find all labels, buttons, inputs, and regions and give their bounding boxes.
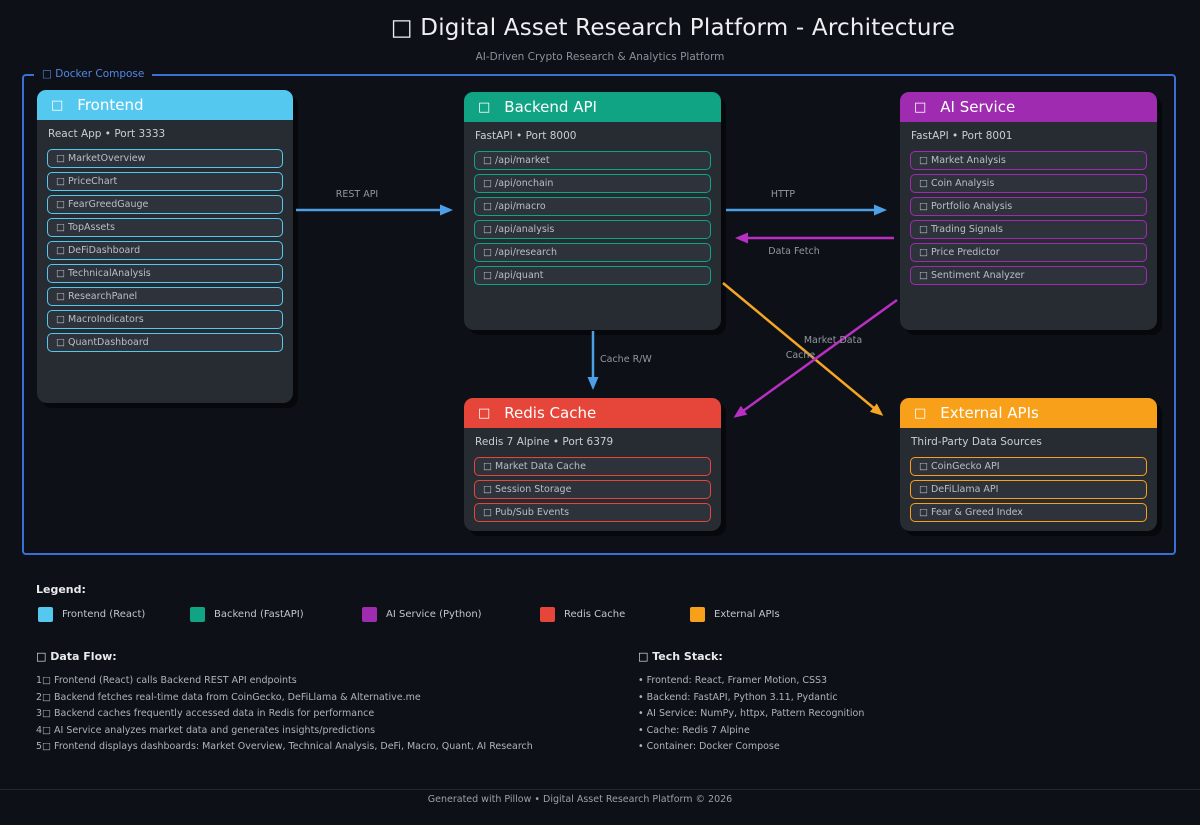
legend-swatch-backend <box>190 607 205 622</box>
redis-item: □ Market Data Cache <box>474 457 711 476</box>
frontend-body: React App • Port 3333 □ MarketOverview □… <box>37 120 293 352</box>
ai-service-subtitle: FastAPI • Port 8001 <box>911 130 1147 142</box>
redis-header: □ Redis Cache <box>464 398 721 428</box>
legend-title: Legend: <box>36 583 86 596</box>
external-apis-item: □ Fear & Greed Index <box>910 503 1147 522</box>
redis-item: □ Pub/Sub Events <box>474 503 711 522</box>
data-flow-item: 4□ AI Service analyzes market data and g… <box>36 725 596 742</box>
legend-swatch-external-apis <box>690 607 705 622</box>
legend-swatch-frontend <box>38 607 53 622</box>
service-card-redis: □ Redis Cache Redis 7 Alpine • Port 6379… <box>464 398 721 531</box>
data-flow-title: □ Data Flow: <box>36 650 596 663</box>
frontend-item: □ DeFiDashboard <box>47 241 283 260</box>
ai-service-item: □ Portfolio Analysis <box>910 197 1147 216</box>
backend-item: □ /api/onchain <box>474 174 711 193</box>
external-apis-body: Third-Party Data Sources □ CoinGecko API… <box>900 428 1157 522</box>
backend-icon: □ <box>478 100 490 115</box>
legend-label: Frontend (React) <box>62 609 145 620</box>
frontend-subtitle: React App • Port 3333 <box>48 128 283 140</box>
ai-service-item: □ Price Predictor <box>910 243 1147 262</box>
tech-stack-item: • Backend: FastAPI, Python 3.11, Pydanti… <box>638 692 1098 709</box>
frontend-icon: □ <box>51 98 63 113</box>
docker-compose-label: □ Docker Compose <box>34 68 152 80</box>
legend-label: External APIs <box>714 609 780 620</box>
frontend-item: □ FearGreedGauge <box>47 195 283 214</box>
external-apis-subtitle: Third-Party Data Sources <box>911 436 1147 448</box>
frontend-item: □ TechnicalAnalysis <box>47 264 283 283</box>
legend-item: External APIs <box>690 607 780 622</box>
external-apis-item: □ CoinGecko API <box>910 457 1147 476</box>
legend-swatch-redis <box>540 607 555 622</box>
legend-label: Redis Cache <box>564 609 625 620</box>
tech-stack-section: □ Tech Stack: • Frontend: React, Framer … <box>638 650 1098 758</box>
frontend-item: □ PriceChart <box>47 172 283 191</box>
legend-label: Backend (FastAPI) <box>214 609 304 620</box>
tech-stack-item: • Frontend: React, Framer Motion, CSS3 <box>638 675 1098 692</box>
service-card-ai-service: □ AI Service FastAPI • Port 8001 □ Marke… <box>900 92 1157 330</box>
data-flow-section: □ Data Flow: 1□ Frontend (React) calls B… <box>36 650 596 758</box>
external-apis-title: External APIs <box>940 404 1039 422</box>
ai-service-item: □ Trading Signals <box>910 220 1147 239</box>
frontend-item: □ ResearchPanel <box>47 287 283 306</box>
legend-item: Backend (FastAPI) <box>190 607 304 622</box>
frontend-item: □ MarketOverview <box>47 149 283 168</box>
backend-body: FastAPI • Port 8000 □ /api/market □ /api… <box>464 122 721 285</box>
service-card-frontend: □ Frontend React App • Port 3333 □ Marke… <box>37 90 293 403</box>
ai-service-title: AI Service <box>940 98 1015 116</box>
backend-item: □ /api/market <box>474 151 711 170</box>
external-apis-item: □ DeFiLlama API <box>910 480 1147 499</box>
ai-service-item: □ Coin Analysis <box>910 174 1147 193</box>
external-apis-icon: □ <box>914 406 926 421</box>
backend-title: Backend API <box>504 98 597 116</box>
backend-item: □ /api/macro <box>474 197 711 216</box>
tech-stack-title: □ Tech Stack: <box>638 650 1098 663</box>
tech-stack-item: • AI Service: NumPy, httpx, Pattern Reco… <box>638 708 1098 725</box>
data-flow-item: 5□ Frontend displays dashboards: Market … <box>36 741 596 758</box>
ai-service-icon: □ <box>914 100 926 115</box>
ai-service-body: FastAPI • Port 8001 □ Market Analysis □ … <box>900 122 1157 285</box>
redis-subtitle: Redis 7 Alpine • Port 6379 <box>475 436 711 448</box>
frontend-title: Frontend <box>77 96 143 114</box>
backend-item: □ /api/quant <box>474 266 711 285</box>
tech-stack-item: • Cache: Redis 7 Alpine <box>638 725 1098 742</box>
tech-stack-item: • Container: Docker Compose <box>638 741 1098 758</box>
backend-item: □ /api/analysis <box>474 220 711 239</box>
redis-icon: □ <box>478 406 490 421</box>
frontend-item: □ TopAssets <box>47 218 283 237</box>
ai-service-item: □ Sentiment Analyzer <box>910 266 1147 285</box>
legend-item: Frontend (React) <box>38 607 145 622</box>
data-flow-item: 2□ Backend fetches real-time data from C… <box>36 692 596 709</box>
redis-item: □ Session Storage <box>474 480 711 499</box>
redis-title: Redis Cache <box>504 404 596 422</box>
ai-service-item: □ Market Analysis <box>910 151 1147 170</box>
service-card-backend: □ Backend API FastAPI • Port 8000 □ /api… <box>464 92 721 330</box>
legend-item: AI Service (Python) <box>362 607 482 622</box>
frontend-header: □ Frontend <box>37 90 293 120</box>
legend-label: AI Service (Python) <box>386 609 482 620</box>
ai-service-header: □ AI Service <box>900 92 1157 122</box>
legend-swatch-ai-service <box>362 607 377 622</box>
redis-body: Redis 7 Alpine • Port 6379 □ Market Data… <box>464 428 721 522</box>
footer-divider <box>0 789 1200 790</box>
page-subtitle: AI-Driven Crypto Research & Analytics Pl… <box>0 51 1200 63</box>
backend-subtitle: FastAPI • Port 8000 <box>475 130 711 142</box>
frontend-item: □ QuantDashboard <box>47 333 283 352</box>
data-flow-item: 1□ Frontend (React) calls Backend REST A… <box>36 675 596 692</box>
data-flow-item: 3□ Backend caches frequently accessed da… <box>36 708 596 725</box>
backend-header: □ Backend API <box>464 92 721 122</box>
backend-item: □ /api/research <box>474 243 711 262</box>
service-card-external-apis: □ External APIs Third-Party Data Sources… <box>900 398 1157 531</box>
page-title: □ Digital Asset Research Platform - Arch… <box>0 15 1200 41</box>
external-apis-header: □ External APIs <box>900 398 1157 428</box>
frontend-item: □ MacroIndicators <box>47 310 283 329</box>
legend-item: Redis Cache <box>540 607 625 622</box>
footer-text: Generated with Pillow • Digital Asset Re… <box>0 794 1160 805</box>
